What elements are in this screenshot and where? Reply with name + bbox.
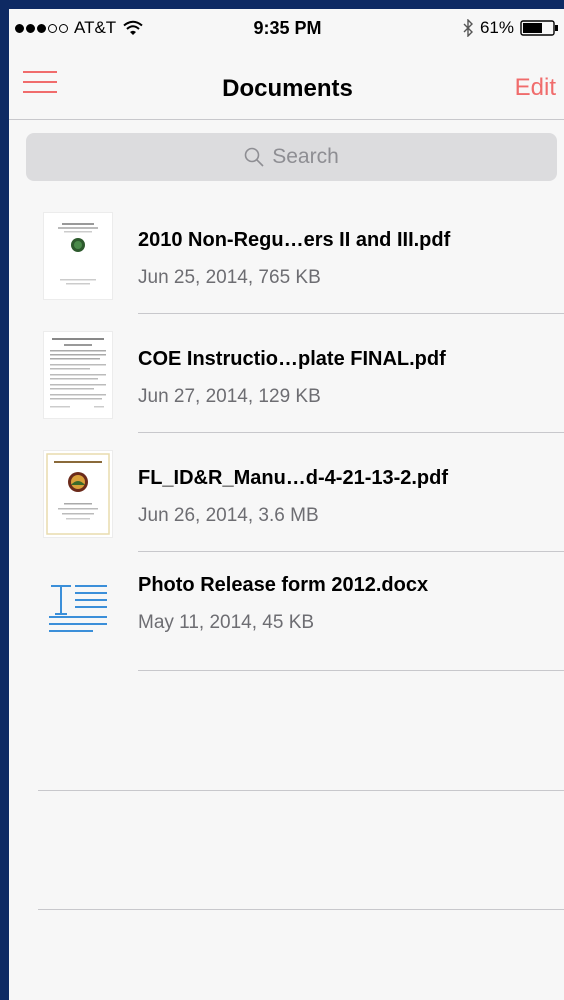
search-icon [244, 147, 264, 167]
empty-row-divider [38, 909, 564, 910]
navigation-bar: Documents Edit [9, 49, 564, 120]
edit-button[interactable]: Edit [515, 74, 556, 102]
document-title: Photo Release form 2012.docx [138, 574, 429, 596]
document-meta: Jun 26, 2014, 3.6 MB [138, 505, 319, 526]
pdf-thumbnail-icon [44, 332, 112, 418]
search-placeholder: Search [272, 145, 339, 168]
list-item[interactable]: Photo Release form 2012.docx May 11, 201… [9, 552, 564, 671]
docx-document-icon [49, 585, 107, 632]
search-input[interactable]: Search [26, 133, 557, 181]
battery-icon [520, 20, 558, 36]
page-title: Documents [222, 75, 353, 102]
battery-percent: 61% [479, 18, 514, 37]
list-item[interactable]: 2010 Non-Regu…ers II and III.pdf Jun 25,… [9, 195, 564, 314]
row-divider [138, 670, 564, 671]
list-item[interactable]: COE Instructio…plate FINAL.pdf Jun 27, 2… [9, 314, 564, 433]
document-title: COE Instructio…plate FINAL.pdf [138, 348, 446, 370]
status-bar: AT&T 9:35 PM 61% [9, 9, 564, 49]
status-right: 61% [462, 18, 560, 38]
pdf-thumbnail-icon [44, 451, 112, 537]
pdf-thumbnail-icon [44, 213, 112, 299]
bluetooth-icon [463, 19, 473, 37]
document-meta: Jun 25, 2014, 765 KB [138, 267, 321, 288]
empty-row-divider [38, 790, 564, 791]
document-meta: May 11, 2014, 45 KB [138, 612, 315, 633]
document-meta: Jun 27, 2014, 129 KB [138, 386, 321, 407]
phone-screen: AT&T 9:35 PM 61% Documents Edit Search 2… [9, 9, 564, 1000]
document-title: 2010 Non-Regu…ers II and III.pdf [138, 229, 451, 251]
document-title: FL_ID&R_Manu…d-4-21-13-2.pdf [138, 467, 449, 489]
list-item[interactable]: FL_ID&R_Manu…d-4-21-13-2.pdf Jun 26, 201… [9, 433, 564, 552]
